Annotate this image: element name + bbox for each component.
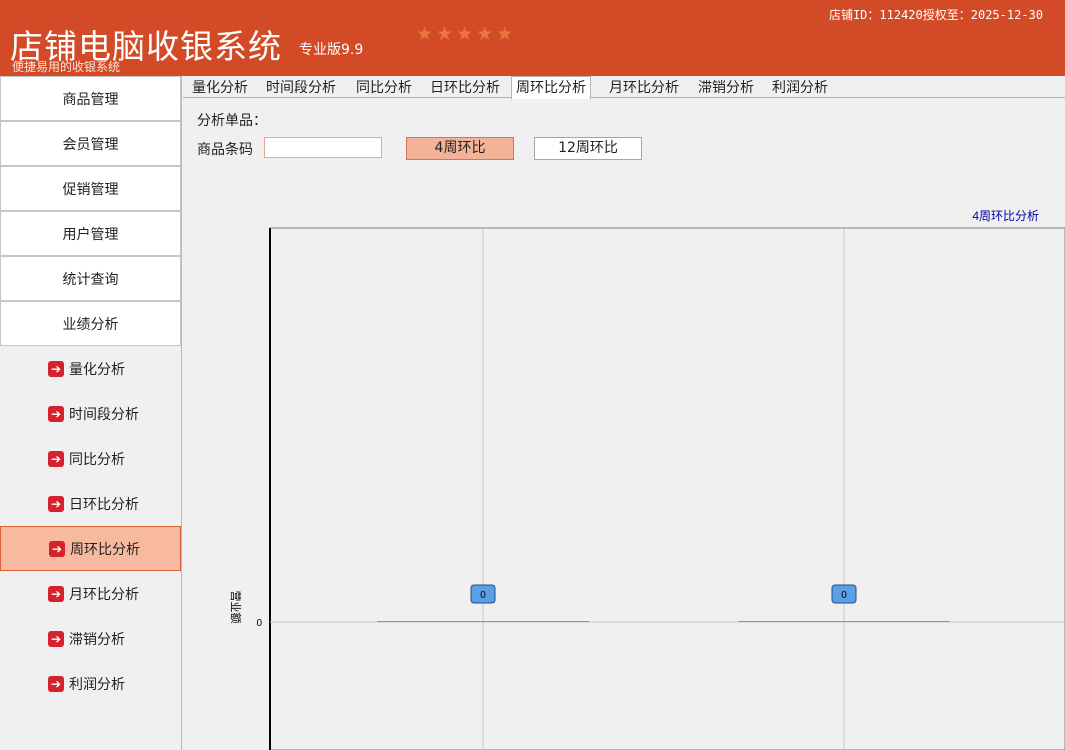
tab-bar: 量化分析 时间段分析 同比分析 日环比分析 周环比分析 月环比分析 滞销分析 利… bbox=[183, 76, 1065, 99]
menu-item-members[interactable]: 会员管理 bbox=[0, 121, 181, 166]
bar bbox=[738, 621, 950, 622]
sidebar-item-profit[interactable]: ➔ 利润分析 bbox=[0, 661, 181, 706]
four-week-button[interactable]: 4周环比 bbox=[406, 137, 514, 160]
tab-monthly[interactable]: 月环比分析 bbox=[605, 78, 683, 99]
tab-quantitative[interactable]: 量化分析 bbox=[188, 78, 252, 99]
star-icon: ★ bbox=[436, 23, 454, 45]
legend-label: 4周环比分析 bbox=[972, 209, 1039, 223]
menu-item-users[interactable]: 用户管理 bbox=[0, 211, 181, 256]
star-icon: ★ bbox=[476, 23, 494, 45]
sidebar-item-weekly[interactable]: ➔ 周环比分析 bbox=[0, 526, 181, 571]
tab-daily[interactable]: 日环比分析 bbox=[426, 78, 504, 99]
edition-label: 专业版9.9 bbox=[299, 42, 364, 58]
arrow-right-icon: ➔ bbox=[48, 630, 64, 647]
sidebar-item-label: 周环比分析 bbox=[70, 541, 140, 558]
data-label: 0 bbox=[480, 590, 486, 601]
query-panel: 分析单品： 商品条码 4周环比 12周环比 bbox=[184, 99, 1065, 177]
sidebar-item-quantitative[interactable]: ➔ 量化分析 bbox=[0, 346, 181, 391]
arrow-right-icon: ➔ bbox=[48, 495, 64, 512]
sidebar-item-label: 利润分析 bbox=[69, 676, 125, 693]
sidebar-item-label: 日环比分析 bbox=[69, 496, 139, 513]
sidebar-item-monthly[interactable]: ➔ 月环比分析 bbox=[0, 571, 181, 616]
y-tick-label: 0 bbox=[256, 618, 262, 629]
sidebar-item-slow-moving[interactable]: ➔ 滞销分析 bbox=[0, 616, 181, 661]
menu-item-promotions[interactable]: 促销管理 bbox=[0, 166, 181, 211]
plot-area bbox=[269, 227, 1065, 750]
sidebar-item-label: 量化分析 bbox=[69, 361, 125, 378]
twelve-week-button[interactable]: 12周环比 bbox=[534, 137, 642, 160]
barcode-label: 商品条码 bbox=[197, 142, 253, 158]
chart-area: 4周环比分析 营业额 0 0 0 bbox=[184, 177, 1065, 750]
sidebar-item-yoy[interactable]: ➔ 同比分析 bbox=[0, 436, 181, 481]
menu-item-statistics[interactable]: 统计查询 bbox=[0, 256, 181, 301]
tab-yoy[interactable]: 同比分析 bbox=[352, 78, 416, 99]
sidebar-item-daily[interactable]: ➔ 日环比分析 bbox=[0, 481, 181, 526]
sidebar-item-label: 月环比分析 bbox=[69, 586, 139, 603]
menu-item-performance[interactable]: 业绩分析 bbox=[0, 301, 181, 346]
arrow-right-icon: ➔ bbox=[49, 540, 65, 557]
weekly-chart: 4周环比分析 营业额 0 0 0 bbox=[229, 209, 1065, 750]
data-label: 0 bbox=[841, 590, 847, 601]
arrow-right-icon: ➔ bbox=[48, 450, 64, 467]
barcode-input[interactable] bbox=[264, 137, 382, 158]
single-item-label: 分析单品： bbox=[197, 113, 267, 129]
tab-time-period[interactable]: 时间段分析 bbox=[262, 78, 340, 99]
y-axis-label: 营业额 bbox=[229, 591, 243, 624]
sidebar-item-label: 滞销分析 bbox=[69, 631, 125, 648]
tagline: 便捷易用的收银系统 bbox=[12, 60, 121, 74]
arrow-right-icon: ➔ bbox=[48, 585, 64, 602]
arrow-right-icon: ➔ bbox=[48, 675, 64, 692]
tab-weekly[interactable]: 周环比分析 bbox=[511, 76, 591, 99]
star-icon: ★ bbox=[456, 23, 474, 45]
store-info: 店铺ID：112420授权至：2025-12-30 bbox=[828, 8, 1043, 22]
header: 店铺电脑收银系统 专业版9.9 便捷易用的收银系统 ★ ★ ★ ★ ★ 店铺ID… bbox=[0, 0, 1065, 76]
arrow-right-icon: ➔ bbox=[48, 360, 64, 377]
tab-slow-moving[interactable]: 滞销分析 bbox=[694, 78, 758, 99]
bar bbox=[377, 621, 589, 622]
sidebar-item-label: 时间段分析 bbox=[69, 406, 139, 423]
arrow-right-icon: ➔ bbox=[48, 405, 64, 422]
star-icon: ★ bbox=[496, 23, 514, 45]
sidebar-item-label: 同比分析 bbox=[69, 451, 125, 468]
sidebar: 商品管理 会员管理 促销管理 用户管理 统计查询 业绩分析 ➔ 量化分析 ➔ 时… bbox=[0, 76, 182, 750]
rating-stars: ★ ★ ★ ★ ★ bbox=[416, 24, 513, 44]
tab-profit[interactable]: 利润分析 bbox=[768, 78, 832, 99]
menu-item-products[interactable]: 商品管理 bbox=[0, 76, 181, 121]
star-icon: ★ bbox=[416, 23, 434, 45]
sidebar-item-time-period[interactable]: ➔ 时间段分析 bbox=[0, 391, 181, 436]
